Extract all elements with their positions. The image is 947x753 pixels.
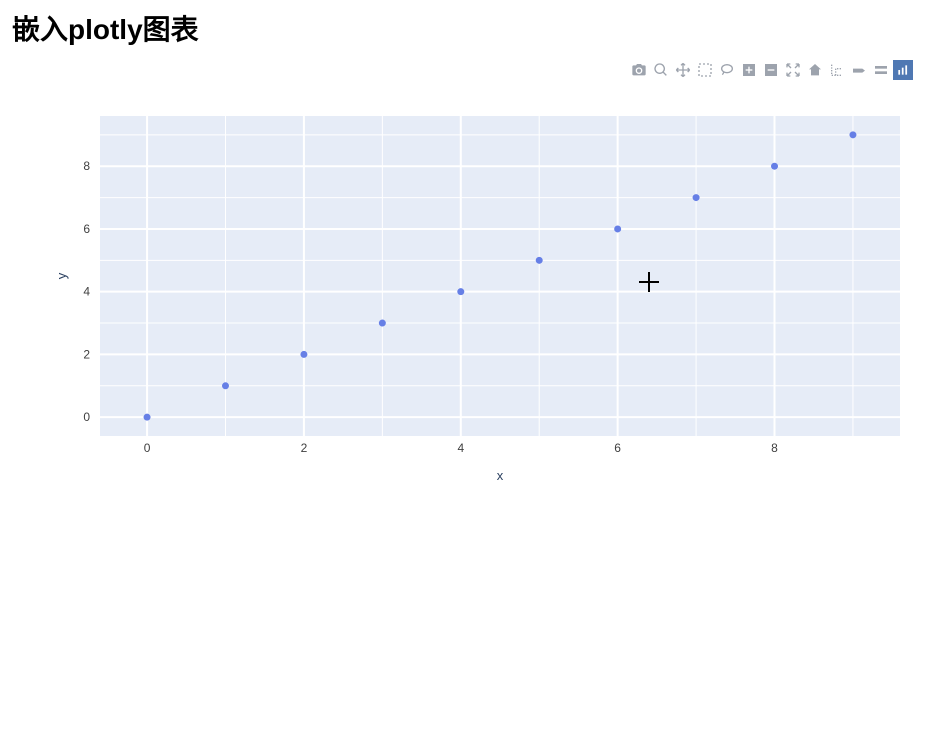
data-point[interactable] bbox=[457, 288, 464, 295]
chart-svg[interactable]: 0 2 4 6 8 0 2 4 6 8 x y bbox=[50, 98, 930, 498]
x-tick-label: 4 bbox=[457, 441, 464, 455]
spike-lines-icon[interactable] bbox=[827, 60, 847, 80]
autoscale-icon[interactable] bbox=[783, 60, 803, 80]
zoom-in-icon[interactable] bbox=[739, 60, 759, 80]
y-tick-label: 2 bbox=[83, 347, 90, 361]
plotly-modebar bbox=[629, 60, 913, 80]
box-select-icon[interactable] bbox=[695, 60, 715, 80]
x-tick-label: 0 bbox=[144, 441, 151, 455]
y-tick-label: 4 bbox=[83, 285, 90, 299]
plotly-logo-icon[interactable] bbox=[893, 60, 913, 80]
x-tick-label: 8 bbox=[771, 441, 778, 455]
hover-compare-icon[interactable] bbox=[871, 60, 891, 80]
data-point[interactable] bbox=[536, 257, 543, 264]
hover-closest-icon[interactable] bbox=[849, 60, 869, 80]
x-axis-label: x bbox=[497, 468, 504, 483]
data-point[interactable] bbox=[144, 414, 151, 421]
data-point[interactable] bbox=[849, 131, 856, 138]
data-point[interactable] bbox=[693, 194, 700, 201]
scatter-chart[interactable]: 0 2 4 6 8 0 2 4 6 8 x y bbox=[50, 98, 930, 498]
page-title: 嵌入plotly图表 bbox=[12, 8, 935, 48]
reset-axes-icon[interactable] bbox=[805, 60, 825, 80]
y-tick-label: 8 bbox=[83, 159, 90, 173]
data-point[interactable] bbox=[379, 320, 386, 327]
camera-icon[interactable] bbox=[629, 60, 649, 80]
y-axis-label: y bbox=[54, 272, 69, 279]
zoom-out-icon[interactable] bbox=[761, 60, 781, 80]
y-tick-label: 6 bbox=[83, 222, 90, 236]
data-point[interactable] bbox=[771, 163, 778, 170]
data-point[interactable] bbox=[300, 351, 307, 358]
x-tick-label: 6 bbox=[614, 441, 621, 455]
data-point[interactable] bbox=[222, 382, 229, 389]
x-tick-label: 2 bbox=[301, 441, 308, 455]
lasso-select-icon[interactable] bbox=[717, 60, 737, 80]
y-tick-label: 0 bbox=[83, 410, 90, 424]
pan-icon[interactable] bbox=[673, 60, 693, 80]
plot-bg[interactable] bbox=[100, 116, 900, 436]
zoom-icon[interactable] bbox=[651, 60, 671, 80]
data-point[interactable] bbox=[614, 225, 621, 232]
